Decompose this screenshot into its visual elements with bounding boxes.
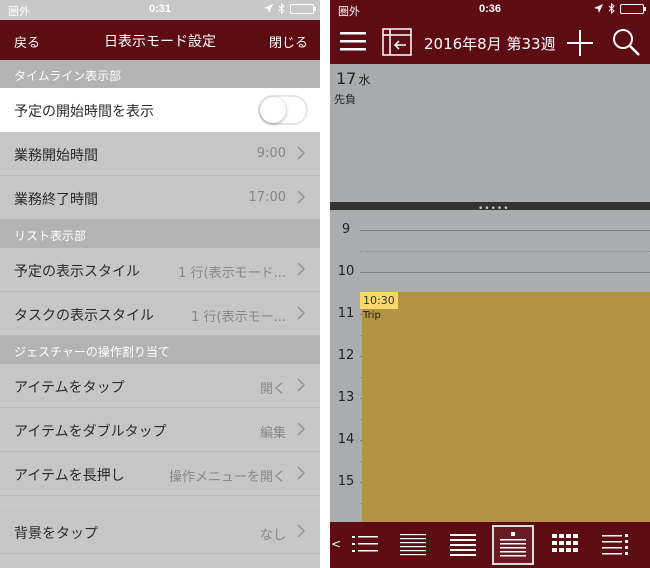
- settings-screen: 圏外 0:31 戻る 日表示モード設定 閉じる タイムライン表示部 予定の開始時…: [0, 0, 320, 568]
- tab-day-view[interactable]: [492, 525, 534, 565]
- row-value: 1 行(表示モード...: [178, 266, 286, 281]
- magnifier-icon[interactable]: [611, 27, 641, 57]
- timeline-area[interactable]: 9 10 11 12 13 14 15 10:30 Trip: [330, 210, 650, 522]
- row-item-double-tap[interactable]: アイテムをダブルタップ 編集: [0, 408, 320, 452]
- tab-list-view[interactable]: [344, 525, 386, 565]
- day-header: 17 水: [336, 69, 370, 88]
- chevron-right-icon: [297, 146, 306, 160]
- location-arrow-icon: [594, 4, 603, 13]
- tab-compact-list-view[interactable]: [392, 525, 434, 565]
- weekday-label: 水: [358, 73, 371, 87]
- row-label: アイテムを長押し: [14, 468, 125, 484]
- hour-label: 14: [337, 432, 355, 447]
- week-title: 2016年8月 第33週: [424, 35, 556, 53]
- hour-label: 15: [337, 474, 355, 489]
- row-work-end[interactable]: 業務終了時間 17:00: [0, 176, 320, 220]
- row-show-start-time: 予定の開始時間を表示: [0, 88, 320, 132]
- tab-lines-view[interactable]: [442, 525, 484, 565]
- day-number: 17: [336, 69, 357, 88]
- month-grid-icon: [552, 534, 578, 552]
- bluetooth-icon: [608, 3, 615, 14]
- row-item-tap[interactable]: アイテムをタップ 開く: [0, 364, 320, 408]
- row-label: タスクの表示スタイル: [14, 308, 154, 324]
- event-block[interactable]: [362, 292, 650, 522]
- move-to-date-icon[interactable]: [382, 28, 412, 56]
- hamburger-menu-icon[interactable]: [340, 30, 366, 52]
- event-title: Trip: [363, 310, 381, 321]
- chevron-right-icon: [297, 262, 306, 276]
- row-label: 業務終了時間: [14, 192, 98, 208]
- row-item-long-press[interactable]: アイテムを長押し 操作メニューを開く: [0, 452, 320, 496]
- view-mode-tab-bar: <: [330, 522, 650, 568]
- tab-month-view[interactable]: [544, 525, 586, 565]
- row-value: 開く: [259, 382, 286, 397]
- status-bar: 圏外 0:31: [0, 0, 320, 20]
- close-button[interactable]: 閉じる: [269, 32, 308, 51]
- row-background-tap[interactable]: 背景をタップ なし: [0, 510, 320, 554]
- row-task-style[interactable]: タスクの表示スタイル 1 行(表示モー...: [0, 292, 320, 336]
- row-value: 操作メニューを開く: [168, 470, 286, 485]
- row-value: なし: [259, 528, 286, 543]
- row-label: 予定の表示スタイル: [14, 264, 140, 280]
- toggle-knob: [260, 97, 286, 123]
- chevron-right-icon: [297, 422, 306, 436]
- row-label: 予定の開始時間を表示: [14, 104, 154, 120]
- battery-icon: [620, 3, 646, 14]
- bluetooth-icon: [278, 3, 285, 14]
- row-label: アイテムをタップ: [14, 380, 125, 396]
- settings-nav-bar: 戻る 日表示モード設定 閉じる: [0, 20, 320, 60]
- row-value: 9:00: [256, 146, 286, 161]
- chevron-right-icon: [297, 466, 306, 480]
- row-label: 背景をタップ: [14, 526, 98, 542]
- row-value: 編集: [259, 426, 286, 441]
- list-view-icon: [352, 536, 378, 552]
- battery-icon: [290, 3, 316, 14]
- row-label: 業務開始時間: [14, 148, 98, 164]
- row-value: 17:00: [248, 190, 286, 205]
- section-header-gesture: ジェスチャーの操作割り当て: [0, 336, 320, 364]
- plus-icon[interactable]: [565, 28, 595, 58]
- location-arrow-icon: [264, 4, 273, 13]
- chevron-right-icon: [297, 378, 306, 392]
- row-event-style[interactable]: 予定の表示スタイル 1 行(表示モード...: [0, 248, 320, 292]
- rokuyo-label: 先負: [334, 93, 356, 106]
- calendar-nav-bar: 2016年8月 第33週: [330, 20, 650, 64]
- all-day-area[interactable]: 17 水 先負: [330, 64, 650, 202]
- event-start-time: 10:30: [360, 292, 398, 309]
- day-view-icon: [500, 532, 526, 557]
- status-bar: 圏外 0:36: [330, 0, 650, 20]
- task-list-icon: [602, 534, 628, 555]
- chevron-right-icon: [297, 524, 306, 538]
- hour-label: 12: [337, 348, 355, 363]
- row-value: 1 行(表示モー...: [191, 310, 286, 325]
- hour-label: 9: [341, 222, 351, 237]
- row-work-start[interactable]: 業務開始時間 9:00: [0, 132, 320, 176]
- resize-handle[interactable]: •••••: [330, 202, 650, 214]
- lines-view-icon: [450, 534, 476, 556]
- hour-label: 13: [337, 390, 355, 405]
- chevron-right-icon: [297, 190, 306, 204]
- chevron-right-icon: [297, 306, 306, 320]
- day-view-screen: 圏外 0:36 2016年8月 第33週 17 水 先負 ••••• 9 10 …: [330, 0, 650, 568]
- compact-list-icon: [400, 534, 426, 556]
- row-label: アイテムをダブルタップ: [14, 424, 167, 440]
- section-header-list: リスト表示部: [0, 220, 320, 248]
- show-start-time-toggle[interactable]: [258, 95, 308, 125]
- tab-scroll-left[interactable]: <: [331, 537, 341, 551]
- tab-task-view[interactable]: [594, 525, 636, 565]
- section-header-timeline: タイムライン表示部: [0, 60, 320, 88]
- hour-label: 10: [337, 264, 355, 279]
- hour-label: 11: [337, 306, 355, 321]
